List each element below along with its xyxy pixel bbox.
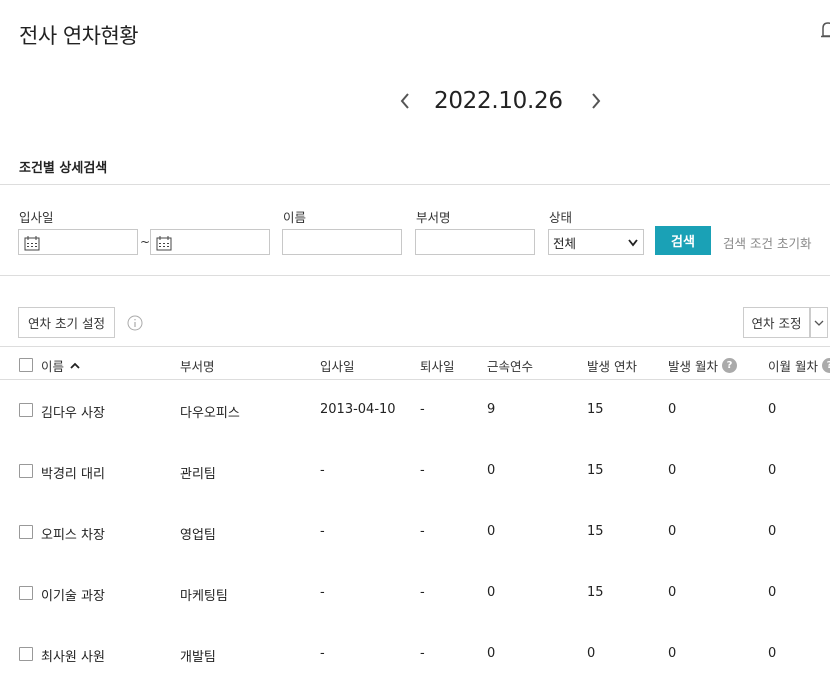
name-search-input[interactable] bbox=[282, 229, 402, 255]
cell-join-date: 2013-04-10 bbox=[320, 402, 396, 417]
department-search-input[interactable] bbox=[415, 229, 535, 255]
cell-monthly-carryover: 0 bbox=[768, 585, 777, 600]
cell-join-date: - bbox=[320, 585, 325, 600]
cell-monthly-carryover: 0 bbox=[768, 463, 777, 478]
table-header-border bbox=[0, 379, 830, 380]
row-checkbox[interactable] bbox=[19, 464, 33, 478]
cell-monthly-generated: 0 bbox=[668, 463, 677, 478]
join-date-to-input[interactable] bbox=[150, 229, 270, 255]
leave-init-settings-button[interactable]: 연차 초기 설정 bbox=[18, 307, 115, 338]
date-navigator: 2022.10.26 bbox=[396, 84, 605, 118]
cell-annual-generated: 0 bbox=[587, 646, 596, 661]
status-selected-value: 전체 bbox=[553, 235, 577, 251]
chevron-down-icon bbox=[814, 320, 824, 326]
help-icon[interactable]: ? bbox=[721, 358, 737, 373]
status-select[interactable]: 전체 bbox=[548, 229, 644, 255]
cell-annual-generated: 15 bbox=[587, 463, 604, 478]
status-label: 상태 bbox=[549, 210, 573, 225]
cell-monthly-carryover: 0 bbox=[768, 402, 777, 417]
sort-ascending-icon bbox=[70, 362, 80, 369]
divider bbox=[0, 275, 830, 276]
current-date: 2022.10.26 bbox=[434, 88, 563, 114]
column-header-monthly-generated[interactable]: 발생 월차 ? bbox=[668, 356, 737, 375]
leave-adjust-button[interactable]: 연차 조정 bbox=[743, 307, 810, 338]
cell-name[interactable]: 박경리 대리 bbox=[41, 463, 105, 482]
cell-department: 개발팀 bbox=[180, 650, 216, 665]
date-range-separator: ~ bbox=[140, 235, 151, 249]
cell-department: 다우오피스 bbox=[180, 406, 240, 421]
cell-years: 9 bbox=[487, 402, 496, 417]
cell-monthly-generated: 0 bbox=[668, 402, 677, 417]
cell-name[interactable]: 이기술 과장 bbox=[41, 585, 105, 604]
search-button[interactable]: 검색 bbox=[655, 226, 711, 255]
chevron-down-icon bbox=[628, 239, 638, 247]
cell-department: 마케팅팀 bbox=[180, 589, 228, 604]
cell-monthly-carryover: 0 bbox=[768, 646, 777, 661]
cell-leave-date: - bbox=[420, 524, 425, 539]
cell-join-date: - bbox=[320, 463, 325, 478]
row-checkbox[interactable] bbox=[19, 586, 33, 600]
cell-join-date: - bbox=[320, 646, 325, 661]
prev-date-button[interactable] bbox=[396, 89, 414, 113]
cell-years: 0 bbox=[487, 646, 496, 661]
cell-name[interactable]: 최사원 사원 bbox=[41, 646, 105, 665]
cell-annual-generated: 15 bbox=[587, 402, 604, 417]
cell-years: 0 bbox=[487, 524, 496, 539]
calendar-icon[interactable] bbox=[24, 235, 40, 251]
chevron-left-icon bbox=[400, 93, 409, 109]
next-date-button[interactable] bbox=[587, 89, 605, 113]
cell-leave-date: - bbox=[420, 463, 425, 478]
column-header-label: 부서명 bbox=[180, 359, 215, 374]
cell-leave-date: - bbox=[420, 646, 425, 661]
select-all-checkbox[interactable] bbox=[19, 358, 33, 372]
column-header-department[interactable]: 부서명 bbox=[180, 356, 215, 375]
join-date-label: 입사일 bbox=[19, 210, 54, 225]
reset-search-link[interactable]: 검색 조건 초기화 bbox=[723, 233, 811, 252]
column-header-leave-date[interactable]: 퇴사일 bbox=[420, 356, 455, 375]
info-icon[interactable] bbox=[127, 315, 143, 331]
cell-years: 0 bbox=[487, 585, 496, 600]
cell-name[interactable]: 오피스 차장 bbox=[41, 524, 105, 543]
row-checkbox[interactable] bbox=[19, 525, 33, 539]
column-header-annual-generated[interactable]: 발생 연차 bbox=[587, 356, 637, 375]
cell-department: 영업팀 bbox=[180, 528, 216, 543]
cell-annual-generated: 15 bbox=[587, 585, 604, 600]
table-top-border bbox=[0, 346, 830, 347]
cell-annual-generated: 15 bbox=[587, 524, 604, 539]
name-label: 이름 bbox=[283, 210, 307, 225]
cell-monthly-generated: 0 bbox=[668, 585, 677, 600]
column-header-label: 입사일 bbox=[320, 359, 355, 374]
cell-years: 0 bbox=[487, 463, 496, 478]
calendar-icon[interactable] bbox=[156, 235, 172, 251]
column-header-name[interactable]: 이름 bbox=[41, 356, 80, 375]
page-title: 전사 연차현황 bbox=[19, 24, 139, 48]
column-header-monthly-carryover[interactable]: 이월 월차 ? bbox=[768, 356, 830, 375]
search-section-title: 조건별 상세검색 bbox=[19, 161, 108, 176]
leave-adjust-dropdown-toggle[interactable] bbox=[810, 307, 828, 338]
row-checkbox[interactable] bbox=[19, 647, 33, 661]
column-header-label: 이월 월차 bbox=[768, 359, 818, 374]
bell-icon[interactable] bbox=[820, 20, 830, 42]
column-header-label: 발생 연차 bbox=[587, 359, 637, 374]
department-label: 부서명 bbox=[416, 210, 451, 225]
column-header-label: 퇴사일 bbox=[420, 359, 455, 374]
cell-monthly-generated: 0 bbox=[668, 524, 677, 539]
row-checkbox[interactable] bbox=[19, 403, 33, 417]
cell-join-date: - bbox=[320, 524, 325, 539]
column-header-years[interactable]: 근속연수 bbox=[487, 356, 533, 375]
column-header-join-date[interactable]: 입사일 bbox=[320, 356, 355, 375]
cell-monthly-carryover: 0 bbox=[768, 524, 777, 539]
column-header-label: 이름 bbox=[41, 359, 65, 374]
cell-leave-date: - bbox=[420, 402, 425, 417]
column-header-label: 근속연수 bbox=[487, 359, 534, 374]
cell-leave-date: - bbox=[420, 585, 425, 600]
divider bbox=[0, 184, 830, 185]
column-header-label: 발생 월차 bbox=[668, 359, 718, 374]
cell-monthly-generated: 0 bbox=[668, 646, 677, 661]
chevron-right-icon bbox=[591, 93, 601, 109]
cell-department: 관리팀 bbox=[180, 467, 216, 482]
help-icon[interactable]: ? bbox=[821, 358, 830, 373]
join-date-from-input[interactable] bbox=[18, 229, 138, 255]
cell-name[interactable]: 김다우 사장 bbox=[41, 402, 105, 421]
